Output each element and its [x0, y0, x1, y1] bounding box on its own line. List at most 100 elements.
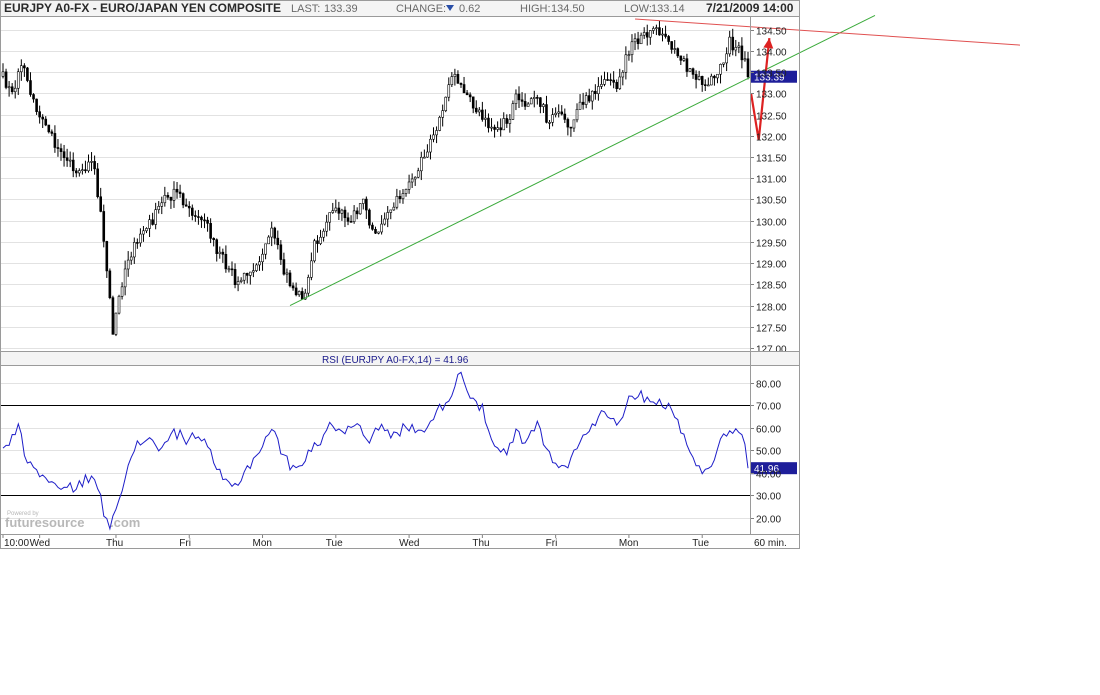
candle-body-up	[78, 170, 81, 174]
candle-body-up	[380, 223, 383, 233]
candle-body-up	[132, 242, 136, 258]
candle-body-up	[383, 218, 386, 225]
candle-body-up	[361, 198, 365, 204]
candle-body-up	[407, 181, 411, 190]
rsi-tick-label: 50.00	[756, 447, 781, 458]
candle-body-down	[563, 113, 567, 120]
candle-body-up	[673, 48, 677, 50]
candle-body-up	[655, 27, 658, 29]
candle-body-up	[419, 156, 423, 172]
rsi-tick-label: 20.00	[756, 515, 781, 526]
candle-body-up	[416, 170, 420, 178]
candle-body-up	[395, 196, 399, 208]
rsi-panel: 41.96 20.0030.0040.0050.0060.0070.0080.0…	[0, 366, 797, 534]
candle-body-down	[273, 227, 277, 239]
candle-body-down	[487, 117, 490, 129]
candle-body-down	[93, 161, 96, 170]
price-tick-label: 130.50	[756, 196, 787, 207]
candle-body-up	[423, 156, 426, 159]
candle-body-down	[181, 193, 185, 206]
candle-body-down	[105, 241, 109, 272]
candle-body-up	[603, 79, 606, 85]
candle-body-up	[630, 41, 634, 56]
candle-body-up	[584, 95, 588, 105]
candle-body-up	[575, 109, 579, 121]
candle-body-up	[621, 71, 625, 78]
candle-body-up	[264, 243, 267, 255]
candle-body-up	[285, 272, 289, 275]
candle-body-down	[29, 80, 32, 95]
candle-body-down	[456, 73, 460, 84]
candle-body-up	[126, 259, 130, 270]
candle-body-up	[648, 30, 652, 38]
candle-body-down	[691, 68, 695, 75]
candle-body-up	[441, 110, 444, 118]
candle-body-down	[71, 159, 75, 172]
candle-body-up	[554, 112, 557, 116]
candle-body-up	[511, 103, 515, 120]
candle-body-down	[658, 27, 661, 36]
candle-body-down	[84, 169, 87, 172]
candle-body-up	[90, 161, 93, 163]
candle-body-down	[536, 97, 539, 99]
candle-body-up	[157, 206, 161, 210]
candle-body-down	[594, 90, 597, 95]
candle-body-up	[139, 233, 142, 244]
candle-body-up	[432, 134, 435, 140]
candle-body-up	[16, 71, 20, 89]
candle-body-up	[438, 117, 441, 131]
candle-body-down	[505, 118, 509, 124]
price-panel: 133.39 127.00127.50128.00128.50129.00129…	[0, 15, 1021, 356]
candle-body-up	[358, 203, 362, 215]
price-tick-label: 127.50	[756, 324, 787, 335]
rsi-title-strip: RSI (EURJPY A0-FX,14) = 41.96	[0, 352, 800, 366]
candle-body-down	[481, 109, 484, 120]
candle-body-down	[471, 96, 475, 109]
candle-body-up	[258, 261, 261, 266]
price-tick-label: 128.50	[756, 281, 787, 292]
candle-body-up	[444, 96, 448, 111]
candle-body-down	[713, 75, 716, 79]
candle-body-up	[716, 73, 719, 79]
candle-body-up	[307, 277, 310, 294]
candle-body-up	[145, 228, 148, 232]
candle-body-up	[13, 87, 17, 93]
candle-body-down	[294, 287, 298, 296]
candle-body-up	[710, 75, 713, 86]
rsi-tick-label: 60.00	[756, 425, 781, 436]
candle-body-up	[737, 45, 741, 48]
candle-body-down	[276, 237, 280, 246]
time-tick-label: Thu	[106, 538, 123, 549]
candle-body-down	[175, 188, 179, 193]
candle-body-down	[47, 124, 51, 133]
candle-body-up	[328, 212, 332, 223]
candle-body-up	[627, 54, 631, 57]
candle-body-down	[215, 239, 219, 254]
candle-body-up	[172, 188, 176, 201]
candle-body-down	[38, 111, 41, 118]
candle-body-up	[81, 169, 84, 171]
candle-body-up	[450, 76, 454, 86]
candle-body-up	[392, 206, 396, 211]
candle-body-up	[114, 312, 118, 335]
candle-body-up	[261, 253, 264, 263]
candle-body-up	[218, 251, 222, 254]
candle-body-up	[160, 202, 164, 207]
candle-body-up	[252, 270, 255, 273]
price-tick-label: 128.00	[756, 303, 787, 314]
candle-body-down	[187, 206, 191, 209]
candle-body-up	[87, 161, 90, 172]
price-tick-label: 134.00	[756, 48, 787, 59]
time-tick-label: Fri	[546, 538, 558, 549]
candle-body-down	[41, 116, 44, 120]
candle-body-down	[520, 99, 524, 102]
candle-body-up	[377, 231, 380, 234]
candle-body-down	[169, 196, 173, 201]
candle-body-up	[526, 103, 530, 107]
high-value: 134.50	[551, 3, 585, 15]
candle-body-down	[212, 238, 215, 240]
candle-body-down	[667, 36, 670, 42]
price-tick-label: 131.50	[756, 154, 787, 165]
candle-body-down	[291, 285, 295, 289]
candle-body-down	[32, 94, 35, 100]
